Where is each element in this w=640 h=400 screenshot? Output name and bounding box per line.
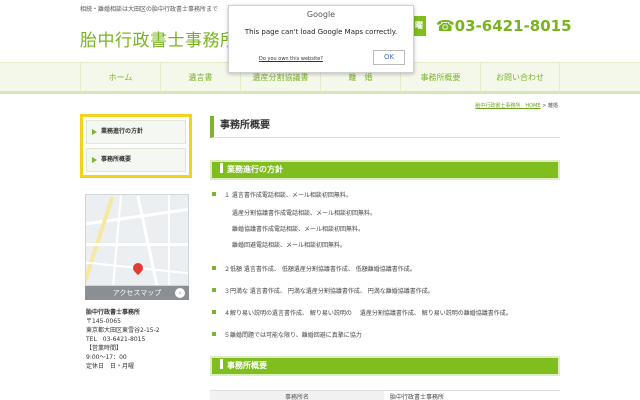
bullet-icon	[212, 288, 216, 292]
heading-marker	[220, 163, 223, 173]
office-hours-label: 【営業時間】	[86, 345, 123, 352]
ok-button[interactable]: OK	[373, 50, 405, 65]
site-title[interactable]: 胎中行政書士事務所	[80, 26, 238, 51]
list-item: １ 遺言書作成電話相談、メール相談初回無料。	[212, 190, 352, 199]
section-heading-policy: 業務進行の方針	[210, 160, 560, 180]
map-road	[86, 243, 188, 246]
list-item: ３円満な 遺言書作成、 円満な遺産分割協議書作成、 円満な離婚協議書作成。	[212, 286, 434, 295]
nav-item-contact[interactable]: お問い合わせ	[480, 63, 560, 92]
arrow-right-icon	[92, 129, 97, 135]
breadcrumb-home-link[interactable]: 胎中行政書士事務所 HOME	[475, 103, 540, 109]
access-map-label: アクセスマップ	[112, 289, 162, 297]
sub-list-item: 離婚協議書作成電話相談、メール相談初回無料。	[232, 226, 365, 233]
map-pin-icon[interactable]	[130, 260, 146, 276]
bullet-icon	[212, 266, 216, 270]
side-item-label: 業務進行の方針	[101, 128, 144, 135]
page-title: 事務所概要	[210, 116, 560, 138]
dialog-message: This page can't load Google Maps correct…	[244, 28, 398, 36]
sub-list-item: 遺産分割協議書作成電話相談、メール相談初回無料。	[232, 210, 377, 217]
arrow-right-icon	[92, 157, 97, 163]
side-item-label: 事務所概要	[101, 156, 132, 163]
breadcrumb: 胎中行政書士事務所 HOME > 離婚	[475, 102, 558, 109]
office-hours: 9:00～17：00	[86, 354, 127, 361]
maps-error-dialog: Google This page can't load Google Maps …	[228, 5, 414, 73]
heading-marker	[220, 359, 223, 369]
google-map[interactable]	[85, 194, 189, 286]
section-heading-label: 事務所概要	[227, 361, 267, 370]
office-tel: TEL 03-6421-8015	[86, 336, 146, 343]
section-heading-office: 事務所概要	[210, 356, 560, 376]
table-row: 事務所名 胎中行政書士事務所	[210, 390, 560, 400]
list-item: ２低額 遺言書作成、 低額遺産分割協議書作成、 低額離婚協議書作成。	[212, 264, 416, 273]
side-menu: 業務進行の方針 事務所概要	[80, 114, 192, 178]
own-website-link[interactable]: Do you own this website?	[259, 56, 323, 62]
sub-list-item: 離婚回避電話相談、メール相談初回無料。	[232, 242, 347, 249]
office-closed: 定休日 日・月曜	[86, 363, 135, 370]
list-item: ４解り易い説明の遺言書作成、 解り易い説明の 遺産分割協議書作成、 解り易い説明…	[212, 308, 512, 317]
map-road	[86, 196, 115, 285]
side-item-office[interactable]: 事務所概要	[86, 148, 186, 172]
bullet-icon	[212, 332, 216, 336]
bullet-icon	[212, 192, 216, 196]
chevron-right-icon: ›	[175, 288, 185, 298]
office-zip: 〒145-0065	[86, 318, 121, 325]
access-map-button[interactable]: アクセスマップ ›	[85, 286, 189, 300]
section-heading-label: 業務進行の方針	[227, 165, 283, 174]
office-name: 胎中行政書士事務所	[86, 309, 141, 316]
phone-number[interactable]: ☎03-6421-8015	[436, 16, 572, 36]
map-road	[111, 195, 123, 285]
table-label: 事務所名	[210, 391, 384, 400]
breadcrumb-separator: >	[542, 103, 547, 109]
bullet-icon	[212, 310, 216, 314]
google-logo: Google	[306, 10, 336, 19]
office-address: 東京都大田区東雪谷2-15-2	[86, 327, 160, 334]
table-value: 胎中行政書士事務所	[390, 394, 445, 400]
office-info: 胎中行政書士事務所 〒145-0065 東京都大田区東雪谷2-15-2 TEL …	[86, 308, 194, 371]
side-item-policy[interactable]: 業務進行の方針	[86, 120, 186, 144]
nav-item-home[interactable]: ホーム	[80, 63, 160, 92]
phone-box: 日曜 ☎03-6421-8015	[404, 16, 572, 36]
map-road	[168, 195, 170, 285]
breadcrumb-current: 離婚	[547, 103, 558, 109]
list-item: ５離婚問題では可能な限り、離婚回避に真摯に協力	[212, 330, 362, 339]
